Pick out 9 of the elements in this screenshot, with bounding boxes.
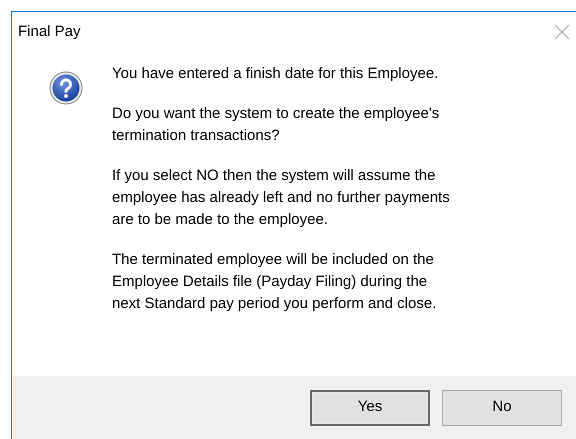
message-text: You have entered a finish date for this Employee. (112, 64, 440, 84)
yes-button[interactable]: Yes (310, 390, 430, 426)
message-text: If you select NO then the system will assume the employee has already left and no further payments are to be made to the employee. (112, 166, 451, 230)
no-button[interactable]: No (442, 390, 562, 426)
window-title: Final Pay (18, 22, 81, 42)
message-text: Do you want the system to create the employee's termination transactions? (112, 104, 440, 146)
question-icon (49, 71, 83, 105)
close-icon[interactable] (554, 24, 570, 40)
message-text: The terminated employee will be included on the Employee Details file (Payday Filing) during the next Standard pay period you perform and close. (112, 250, 438, 314)
